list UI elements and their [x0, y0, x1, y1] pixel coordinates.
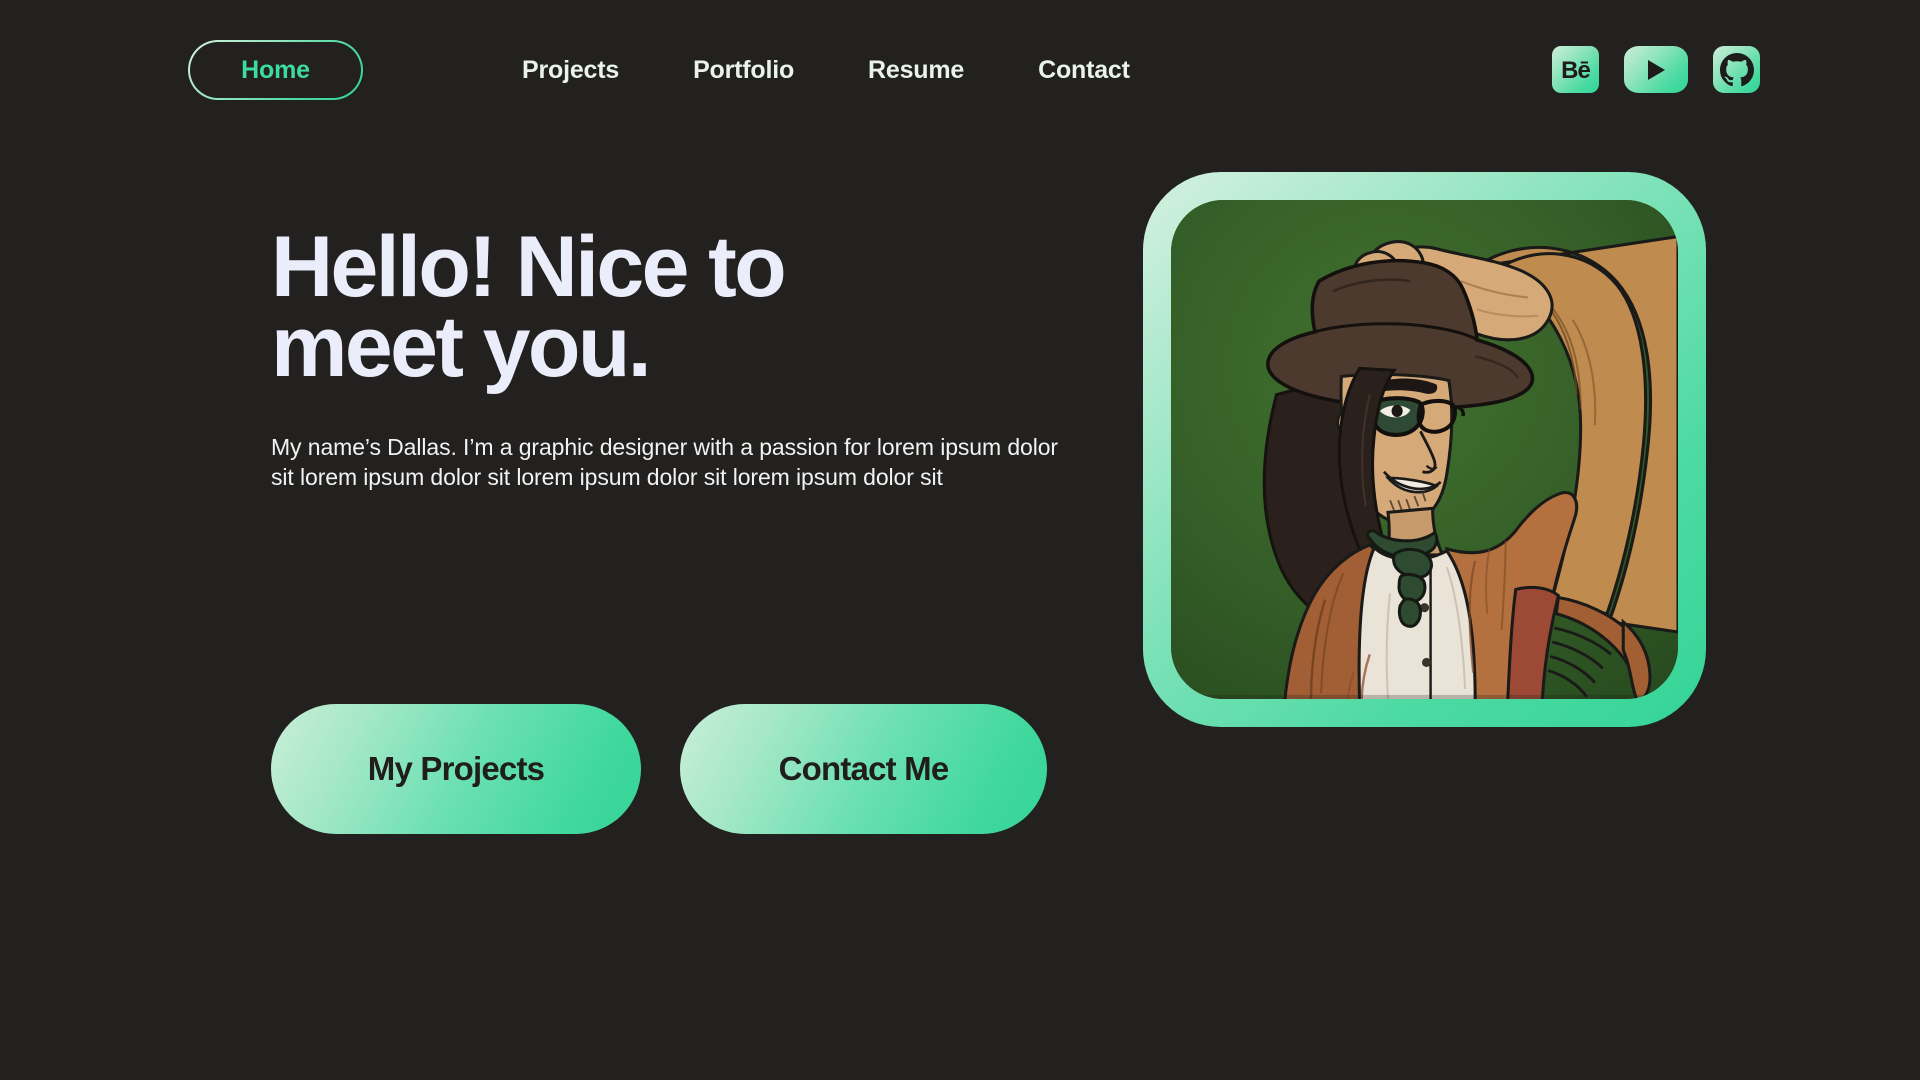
nav-item-projects[interactable]: Projects	[522, 56, 619, 85]
play-triangle-icon	[1648, 59, 1665, 80]
youtube-icon[interactable]	[1624, 46, 1688, 93]
github-octocat-icon	[1719, 52, 1754, 86]
my-projects-button[interactable]: My Projects	[271, 704, 641, 834]
nav-item-resume-label: Resume	[868, 55, 965, 84]
site-header: Home Projects Portfolio Resume Contact B…	[0, 0, 1920, 140]
portrait-illustration	[1171, 200, 1678, 699]
contact-me-button-label: Contact Me	[778, 750, 950, 787]
nav-item-projects-label: Projects	[522, 55, 620, 84]
primary-nav: Projects Portfolio Resume Contact	[522, 0, 1130, 140]
hero-subtext: My name’s Dallas. I’m a graphic designer…	[271, 433, 1058, 491]
cta-button-row: My Projects Contact Me	[271, 704, 1047, 834]
hero-text-block: Hello! Nice to meet you. My name’s Dalla…	[271, 219, 1091, 493]
behance-icon[interactable]: Bē	[1552, 46, 1599, 93]
behance-icon-glyph: Bē	[1561, 56, 1591, 84]
portrait-frame	[1143, 172, 1706, 727]
landing-page: Home Projects Portfolio Resume Contact B…	[0, 0, 1920, 1080]
nav-item-home[interactable]: Home	[188, 40, 363, 100]
nav-item-home-label: Home	[241, 55, 310, 84]
nav-item-resume[interactable]: Resume	[868, 56, 964, 85]
nav-item-portfolio[interactable]: Portfolio	[693, 56, 794, 85]
contact-me-button[interactable]: Contact Me	[680, 704, 1047, 834]
cowboy-portrait-artwork	[1171, 200, 1678, 699]
my-projects-button-label: My Projects	[367, 750, 545, 787]
github-icon[interactable]	[1713, 46, 1760, 93]
nav-item-contact-label: Contact	[1038, 55, 1130, 84]
social-links: Bē	[1552, 46, 1760, 93]
nav-item-portfolio-label: Portfolio	[693, 55, 795, 84]
page-title: Hello! Nice to meet you.	[271, 219, 787, 395]
nav-item-contact[interactable]: Contact	[1038, 56, 1130, 85]
